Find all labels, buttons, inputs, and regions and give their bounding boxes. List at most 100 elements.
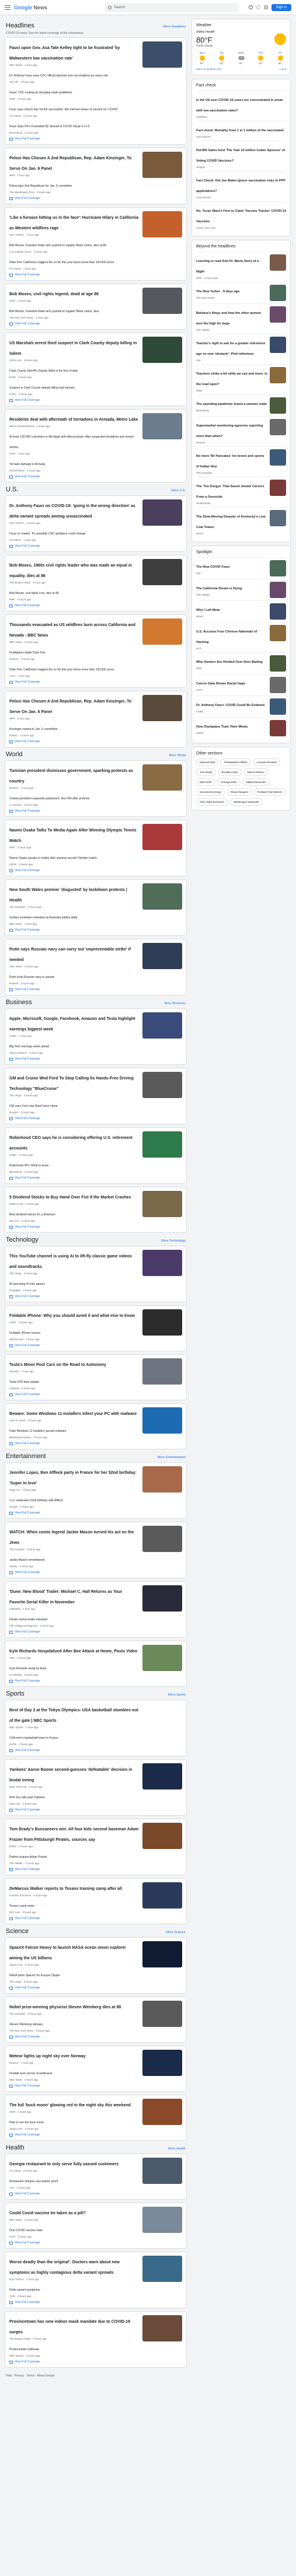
related-headline[interactable]: Bob Moses, civil rights icon, dies at 86 [9,592,59,595]
apps-grid-icon[interactable] [263,5,268,9]
related-headline[interactable]: At least 120,000 customers in Michigan s… [9,435,134,449]
more-link[interactable]: More World [169,754,186,757]
story-headline[interactable]: Yankees' Aaron Boone second-guesses 'def… [9,1768,133,1782]
related-headline[interactable]: Provincetown outbreak [9,2348,39,2351]
story-image[interactable] [142,2099,182,2125]
related-headline[interactable]: Fauci says church has 'hit the vaccinate… [9,108,118,111]
sidebar-story-image[interactable] [270,625,286,641]
full-coverage-link[interactable]: View Full Coverage [9,988,139,991]
sidebar-story-headline[interactable]: Cancer Data Shows Racial Gaps [196,682,245,686]
full-coverage-link[interactable]: View Full Coverage [9,1295,139,1298]
story-image[interactable] [142,2158,182,2184]
related-headline[interactable]: Red Sox rally past Yankees [9,1796,45,1799]
story-headline[interactable]: SpaceX Falcon Heavy to launch NASA ocean… [9,1946,126,1960]
full-coverage-link[interactable]: View Full Coverage [9,809,139,813]
sidebar-story-image[interactable] [270,655,286,672]
sidebar-story-headline[interactable]: The 'Ten Dorgys' That Saved Jewish Carve… [196,485,264,499]
related-headline[interactable]: Fake Windows 11 installers spread malwar… [9,1429,66,1433]
story-image[interactable] [142,1072,182,1098]
full-coverage-link[interactable]: View Full Coverage [9,1511,139,1515]
full-coverage-link[interactable]: View Full Coverage [9,2035,139,2039]
sidebar-story-headline[interactable]: Teachers strike a bit while we can and m… [196,372,267,386]
full-coverage-link[interactable]: View Full Coverage [9,1630,139,1634]
more-link[interactable]: More Entertainment [158,1456,186,1459]
story-image[interactable] [142,1823,182,1849]
weather-link[interactable]: Local [280,68,286,71]
full-coverage-link[interactable]: View Full Coverage [9,2133,139,2137]
more-link[interactable]: More Science [166,1931,186,1934]
story-headline[interactable]: Robinhood CEO says he is considering off… [9,1136,133,1151]
story-image[interactable] [142,1704,182,1730]
full-coverage-link[interactable]: View Full Coverage [9,273,139,277]
story-image[interactable] [142,1645,182,1671]
story-headline[interactable]: Pelosi Has Chosen A 2nd Republican, Rep.… [9,156,131,171]
story-headline[interactable]: 5 Dividend Stocks to Buy Hand Over Fist … [9,1196,131,1200]
story-image[interactable] [142,413,182,439]
related-headline[interactable]: Steven Weinberg obituary [9,2023,43,2026]
related-headline[interactable]: Delta variant symptoms [9,2288,40,2292]
topic-chip[interactable]: Philadelphia Phillies [221,759,252,766]
sidebar-story-headline[interactable]: Learning to read Dolt Dr. Mario Story of… [196,260,259,274]
full-coverage-link[interactable]: View Full Coverage [9,740,139,743]
story-headline[interactable]: The full 'buck moon' glowing red in the … [9,2103,131,2107]
sidebar-story-headline[interactable]: The New COVID Fears [196,565,230,569]
full-coverage-link[interactable]: View Full Coverage [9,475,139,478]
topic-chip[interactable]: Tom Brady [196,768,216,776]
full-coverage-link[interactable]: View Full Coverage [9,2360,139,2364]
sidebar-story-headline[interactable]: Barbara's Ninja, and how the other women… [196,312,261,326]
sidebar-story-image[interactable] [270,337,286,353]
related-headline[interactable]: Tesla FSD beta update [9,1380,39,1384]
full-coverage-link[interactable]: View Full Coverage [9,1442,139,1445]
related-headline[interactable]: Firefighters battle Dixie Fire [9,651,45,655]
related-headline[interactable]: Robinhood IPO: What to know [9,1164,48,1168]
story-headline[interactable]: GM and Cruise Wed Ford To Stop Calling I… [9,1076,134,1091]
sidebar-story-image[interactable] [270,480,286,496]
full-coverage-link[interactable]: View Full Coverage [9,2192,139,2196]
full-coverage-link[interactable]: View Full Coverage [9,137,139,141]
related-headline[interactable]: Kinzinger named to Jan. 6 committee [9,728,58,731]
story-headline[interactable]: Pelosi Has Chosen A 2nd Republican, Rep.… [9,700,131,714]
sidebar-story-headline[interactable]: No more 'Mr Pancakes' for tennis and spo… [196,455,264,469]
related-headline[interactable]: Kyle Richards stung by bees [9,1667,46,1670]
topic-chip[interactable]: Sacramento Kings [196,788,225,796]
full-coverage-link[interactable]: View Full Coverage [9,322,139,326]
related-headline[interactable]: Clark County Sheriff's Deputy killed in … [9,369,78,373]
related-headline[interactable]: Suspect in Clark County deputy killing h… [9,386,75,390]
story-headline[interactable]: Tesla's Minor Pool Cars on the Road to A… [9,1363,106,1367]
related-headline[interactable]: USA men's basketball loses to France [9,1736,58,1740]
related-headline[interactable]: Texans camp news [9,1904,34,1908]
story-image[interactable] [142,764,182,791]
related-headline[interactable]: Padres acquire Adam Frazier [9,1855,47,1859]
story-headline[interactable]: Worse deadly than the original': Doctors… [9,2260,120,2275]
story-headline[interactable]: Bob Moses, 1960s civil rights leader who… [9,564,132,578]
more-link[interactable]: More Headlines [163,25,186,29]
sidebar-story-headline[interactable]: Did Bill Gates fund 'The Year 10 million… [196,149,285,163]
story-image[interactable] [142,152,182,178]
sidebar-story-headline[interactable]: No, Texas Wasn't First to Claim 'Vaccine… [196,209,286,223]
topic-chip[interactable]: Portland Trail Blazers [253,788,286,796]
sidebar-story-image[interactable] [270,720,286,736]
sidebar-story-headline[interactable]: Why Hunters Are Divided Over Deer Baitin… [196,660,263,664]
story-image[interactable] [142,883,182,910]
sidebar-story-image[interactable] [270,367,286,383]
story-headline[interactable]: Nobel prize-winning physicist Steven Wei… [9,2005,121,2009]
sidebar-story-image[interactable] [270,306,286,323]
story-headline[interactable]: Apple, Microsoft, Google, Facebook, Amaz… [9,1017,135,1032]
topic-chip[interactable]: Ohio State Buckeyes [196,798,228,806]
topic-chip[interactable]: Chicago Bulls [217,778,241,786]
gear-icon[interactable] [256,5,260,9]
related-headline[interactable]: Big Tech earnings week ahead [9,1045,49,1048]
story-image[interactable] [142,1309,182,1336]
related-headline[interactable]: Dixie Fire: California's biggest fire so… [9,668,114,672]
sidebar-story-image[interactable] [270,285,286,301]
related-headline[interactable]: Bob Moses, Freedom Rider who pushed to r… [9,244,106,247]
related-headline[interactable]: Foldable iPhone rumors [9,1331,40,1335]
story-image[interactable] [142,1941,182,1967]
story-image[interactable] [142,2207,182,2233]
topic-chip[interactable]: Detroit Pistons [243,768,268,776]
full-coverage-link[interactable]: View Full Coverage [9,1225,139,1229]
story-image[interactable] [142,337,182,363]
story-image[interactable] [142,41,182,68]
related-headline[interactable]: Fauci: CDC looking at changing mask guid… [9,91,72,95]
related-headline[interactable]: GM sues Ford over BlueCruise name [9,1105,58,1108]
